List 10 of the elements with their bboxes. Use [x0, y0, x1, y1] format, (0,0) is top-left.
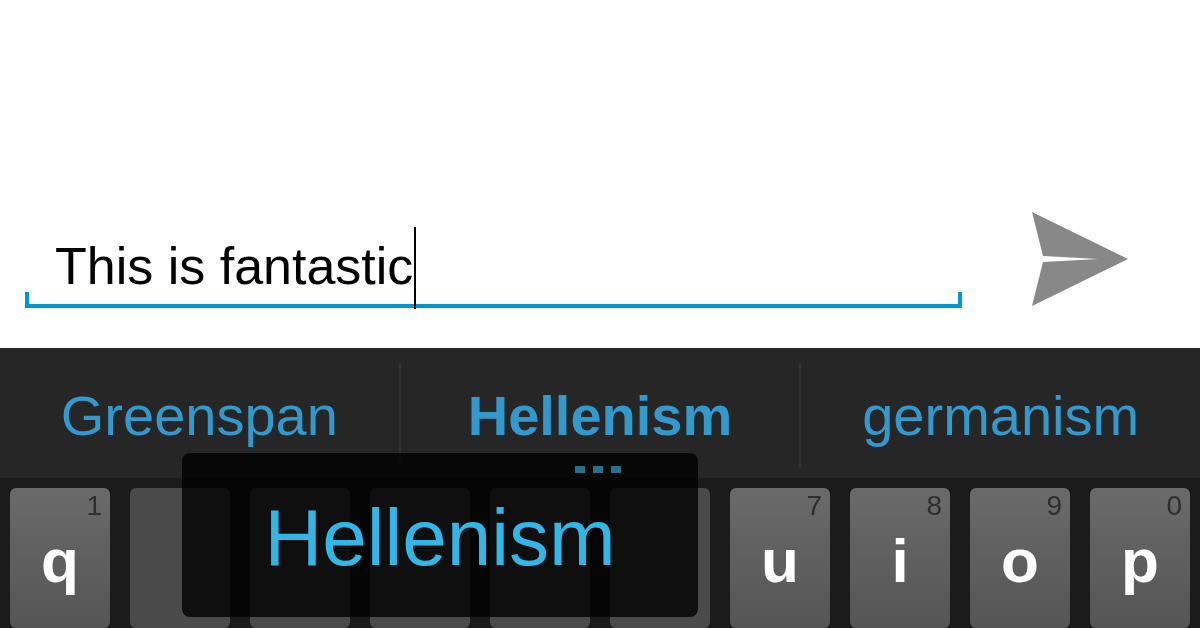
keyboard-key[interactable]: 1 q — [10, 488, 110, 628]
suggestion[interactable]: germanism — [862, 388, 1140, 468]
keyboard-key[interactable]: 7 u — [730, 488, 830, 628]
message-field[interactable]: This is fantastic — [25, 228, 962, 308]
suggestion-preview-popup: Hellenism — [182, 453, 698, 617]
keyboard-key[interactable]: 8 i — [850, 488, 950, 628]
keyboard-key[interactable]: 9 o — [970, 488, 1070, 628]
send-icon[interactable] — [1032, 212, 1128, 306]
more-suggestions-icon — [575, 466, 621, 473]
keyboard-key[interactable]: 0 p — [1090, 488, 1190, 628]
